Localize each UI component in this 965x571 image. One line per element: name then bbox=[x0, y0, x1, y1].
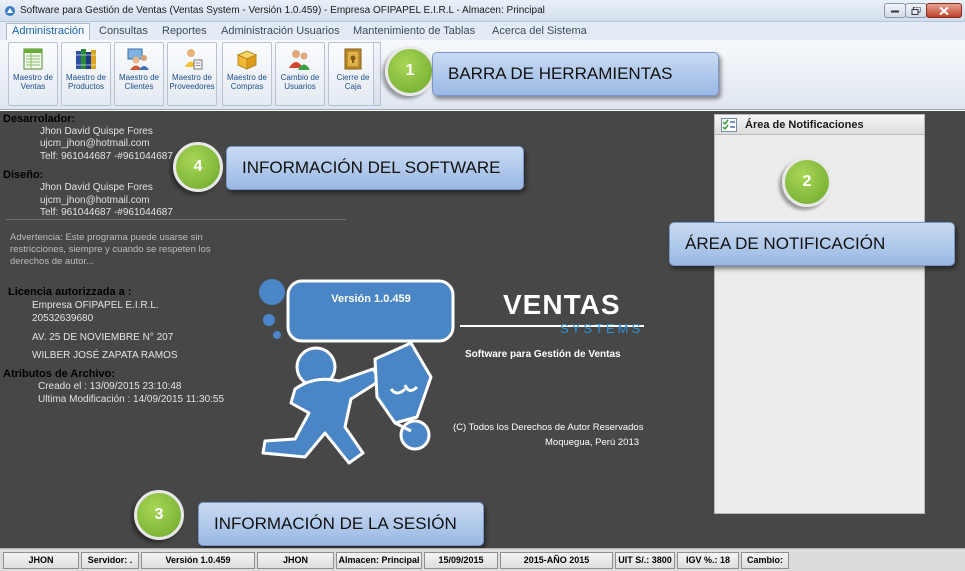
developer-name: Jhon David Quispe Fores bbox=[40, 126, 153, 137]
status-date: 15/09/2015 bbox=[424, 552, 498, 569]
callout-3-badge: 3 bbox=[134, 490, 184, 540]
ribbon-scroll-handle[interactable] bbox=[373, 42, 381, 106]
license-ruc: 20532639680 bbox=[32, 313, 94, 324]
status-server: Servidor: . bbox=[81, 552, 139, 569]
design-name: Jhon David Quispe Fores bbox=[40, 182, 153, 193]
status-user: JHON bbox=[3, 552, 79, 569]
copyright-text: (C) Todos los Derechos de Autor Reservad… bbox=[453, 422, 644, 433]
app-icon bbox=[5, 6, 15, 16]
file-modified: Ultima Modificación : 14/09/2015 11:30:5… bbox=[38, 394, 225, 405]
books-icon bbox=[76, 49, 96, 69]
status-cambio: Cambio: bbox=[741, 552, 789, 569]
maestro-ventas-label: Maestro de bbox=[12, 73, 54, 82]
maestro-productos-label-2: Productos bbox=[67, 82, 105, 91]
developer-email: ujcm_jhon@hotmail.com bbox=[40, 138, 150, 149]
cierre-caja-button[interactable]: Cierre de Caja bbox=[328, 42, 378, 106]
cash-box-icon bbox=[344, 48, 362, 70]
tab-administracion[interactable]: Administración bbox=[6, 23, 91, 41]
maestro-productos-label: Maestro de bbox=[65, 73, 107, 82]
tab-mantenimiento-tablas[interactable]: Mantenimiento de Tablas bbox=[348, 24, 480, 38]
maximize-button[interactable] bbox=[905, 3, 927, 18]
status-bar: JHON Servidor: . Versión 1.0.459 JHON Al… bbox=[0, 548, 965, 571]
cambio-usuarios-label: Cambio de bbox=[280, 73, 320, 82]
info-divider bbox=[6, 219, 346, 220]
sales-sheet-icon bbox=[23, 48, 43, 70]
maestro-compras-label: Maestro de bbox=[226, 73, 268, 82]
box-icon bbox=[236, 50, 258, 70]
maestro-ventas-label-2: Ventas bbox=[20, 82, 46, 91]
maestro-compras-button[interactable]: Maestro de Compras bbox=[222, 42, 272, 106]
window-title: Software para Gestión de Ventas (Ventas … bbox=[20, 5, 545, 16]
location-text: Moquegua, Perú 2013 bbox=[545, 437, 640, 448]
callout-1-label: BARRA DE HERRAMIENTAS bbox=[432, 52, 719, 96]
close-button[interactable] bbox=[926, 3, 962, 18]
version-badge: Versión 1.0.459 bbox=[331, 293, 411, 305]
close-icon bbox=[939, 6, 949, 15]
tab-acerca-sistema[interactable]: Acerca del Sistema bbox=[487, 24, 592, 38]
maestro-productos-button[interactable]: Maestro de Productos bbox=[61, 42, 111, 106]
title-bar: Software para Gestión de Ventas (Ventas … bbox=[0, 0, 965, 22]
maestro-clientes-label-2: Clientes bbox=[124, 82, 154, 91]
status-almacen: Almacen: Principal bbox=[336, 552, 422, 569]
maestro-clientes-label: Maestro de bbox=[118, 73, 160, 82]
license-address: AV. 25 DE NOVIEMBRE N° 207 bbox=[32, 332, 174, 343]
maestro-proveedores-label: Maestro de bbox=[171, 73, 213, 82]
maestro-proveedores-label-2: Proveedores bbox=[169, 82, 215, 91]
status-igv: IGV %.: 18 bbox=[677, 552, 739, 569]
design-phone: Telf: 961044687 -#961044687 bbox=[40, 207, 173, 218]
license-company: Empresa OFIPAPEL E.I.R.L. bbox=[32, 300, 159, 311]
tab-consultas[interactable]: Consultas bbox=[94, 24, 153, 38]
cambio-usuarios-label-2: Usuarios bbox=[284, 82, 316, 91]
maestro-clientes-button[interactable]: Maestro de Clientes bbox=[114, 42, 164, 106]
checklist-icon bbox=[721, 118, 737, 132]
tab-reportes[interactable]: Reportes bbox=[157, 24, 212, 38]
maestro-proveedores-button[interactable]: Maestro de Proveedores bbox=[167, 42, 217, 106]
suppliers-icon bbox=[185, 49, 203, 70]
menu-bar: Administración Consultas Reportes Admini… bbox=[0, 22, 965, 41]
design-heading: Diseño: bbox=[3, 169, 44, 181]
status-version: Versión 1.0.459 bbox=[141, 552, 255, 569]
license-heading: Licencia autorizzada a : bbox=[8, 286, 132, 298]
maestro-compras-label-2: Compras bbox=[230, 82, 264, 91]
callout-4-label: INFORMACIÓN DEL SOFTWARE bbox=[226, 146, 524, 190]
maestro-ventas-button[interactable]: Maestro de Ventas bbox=[8, 42, 58, 106]
status-uit: UIT S/.: 3800 bbox=[615, 552, 675, 569]
cierre-caja-label-2: Caja bbox=[344, 82, 362, 91]
callout-4-badge: 4 bbox=[173, 142, 223, 192]
users-icon bbox=[289, 50, 310, 70]
callout-2-badge: 2 bbox=[782, 157, 832, 207]
design-email: ujcm_jhon@hotmail.com bbox=[40, 195, 150, 206]
file-created: Creado el : 13/09/2015 23:10:48 bbox=[38, 381, 182, 392]
minimize-icon bbox=[891, 10, 899, 12]
file-attributes-heading: Atributos de Archivo: bbox=[3, 368, 116, 380]
clients-icon bbox=[127, 48, 149, 70]
brand-systems: SYSTEMS bbox=[560, 321, 644, 336]
status-year: 2015-AÑO 2015 bbox=[500, 552, 613, 569]
cambio-usuarios-button[interactable]: Cambio de Usuarios bbox=[275, 42, 325, 106]
restore-icon bbox=[911, 6, 921, 15]
callout-2-label: ÁREA DE NOTIFICACIÓN bbox=[669, 222, 955, 266]
brand-name: VENTAS bbox=[503, 289, 621, 320]
callout-1-badge: 1 bbox=[385, 46, 435, 96]
minimize-button[interactable] bbox=[884, 3, 906, 18]
copyright-warning: Advertencia: Este programa puede usarse … bbox=[10, 232, 211, 267]
developer-heading: Desarrolador: bbox=[3, 113, 76, 125]
license-owner: WILBER JOSÉ ZAPATA RAMOS bbox=[32, 350, 178, 361]
tab-administracion-usuarios[interactable]: Administración Usuarios bbox=[216, 24, 345, 38]
developer-phone: Telf: 961044687 -#961044687 bbox=[40, 151, 173, 162]
cierre-caja-label: Cierre de bbox=[336, 73, 370, 82]
notification-panel-header: Área de Notificaciones bbox=[715, 115, 924, 135]
brand-subtitle: Software para Gestión de Ventas bbox=[465, 349, 621, 360]
callout-3-label: INFORMACIÓN DE LA SESIÓN bbox=[198, 502, 484, 546]
notification-panel-title: Área de Notificaciones bbox=[745, 119, 864, 131]
status-user-2: JHON bbox=[257, 552, 334, 569]
